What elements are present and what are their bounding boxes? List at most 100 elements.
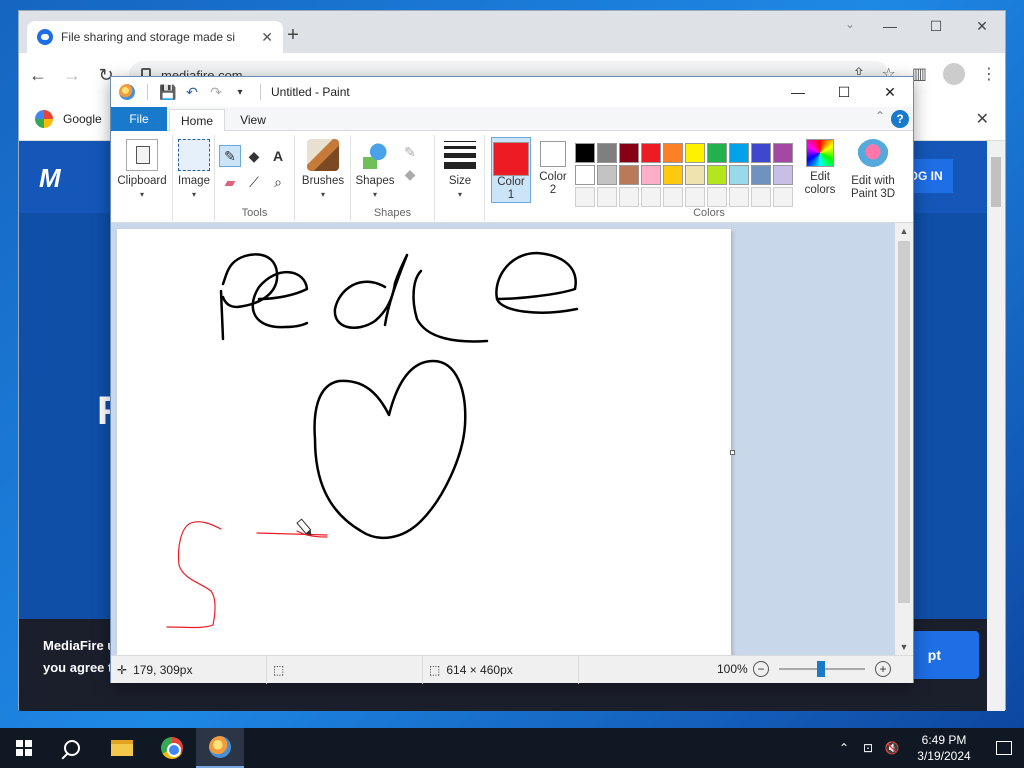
tab-search-icon[interactable]: ⌄ <box>845 17 855 31</box>
tab-view[interactable]: View <box>229 109 277 131</box>
paint-close-button[interactable]: ✕ <box>867 77 913 107</box>
zoom-out-icon[interactable]: − <box>753 661 769 677</box>
palette-swatch[interactable] <box>707 143 727 163</box>
google-icon <box>35 109 53 128</box>
tab-close-icon[interactable]: ✕ <box>261 29 273 46</box>
palette-swatch[interactable] <box>729 165 749 185</box>
save-icon[interactable]: 💾 <box>159 84 176 100</box>
size-button[interactable]: Size ▾ <box>439 139 481 201</box>
palette-swatch[interactable] <box>663 143 683 163</box>
new-tab-button[interactable]: + <box>281 24 305 47</box>
scroll-up-icon[interactable]: ▲ <box>895 223 913 239</box>
paint-maximize-button[interactable]: ☐ <box>821 77 867 107</box>
palette-empty-swatch[interactable] <box>641 187 661 207</box>
palette-empty-swatch[interactable] <box>575 187 595 207</box>
pencil-icon[interactable]: ✎ <box>219 145 241 167</box>
chrome-scrollbar[interactable] <box>987 141 1005 711</box>
undo-icon[interactable]: ↶ <box>184 84 200 100</box>
taskbar-search-button[interactable] <box>48 728 96 768</box>
chrome-scrollbar-thumb[interactable] <box>991 157 1001 207</box>
palette-swatch[interactable] <box>597 165 617 185</box>
palette-empty-swatch[interactable] <box>751 187 771 207</box>
edit-with-paint3d-button[interactable]: Edit with Paint 3D <box>847 139 899 201</box>
palette-swatch[interactable] <box>707 165 727 185</box>
edit-colors-button[interactable]: Edit colors <box>797 139 843 197</box>
chevron-up-icon[interactable]: ⌃ <box>832 728 856 768</box>
fill-icon[interactable]: ◆ <box>243 145 265 167</box>
profile-avatar[interactable] <box>943 63 965 85</box>
palette-swatch[interactable] <box>685 165 705 185</box>
canvas-scrollbar[interactable]: ▲ ▼ <box>895 223 913 655</box>
chrome-minimize-button[interactable]: — <box>867 11 913 41</box>
tab-home[interactable]: Home <box>169 109 225 131</box>
palette-swatch[interactable] <box>619 143 639 163</box>
cookie-text: MediaFire u you agree t <box>43 635 115 679</box>
taskbar-paint[interactable] <box>196 728 244 768</box>
help-icon[interactable]: ? <box>891 110 909 128</box>
outline-icon[interactable]: ✎ <box>399 141 421 163</box>
forward-arrow-icon[interactable]: → <box>61 64 83 86</box>
palette-swatch[interactable] <box>773 143 793 163</box>
notifications-button[interactable] <box>984 728 1024 768</box>
close-bar-icon[interactable]: ✕ <box>976 109 989 129</box>
palette-swatch[interactable] <box>641 165 661 185</box>
palette-empty-swatch[interactable] <box>619 187 639 207</box>
palette-empty-swatch[interactable] <box>729 187 749 207</box>
tab-file[interactable]: File <box>111 107 167 131</box>
chrome-menu-icon[interactable]: ⋮ <box>981 64 997 84</box>
zoom-slider-thumb[interactable] <box>817 661 825 677</box>
palette-swatch[interactable] <box>575 165 595 185</box>
shape-fill-icon[interactable]: ◆ <box>399 163 421 185</box>
chrome-titlebar: File sharing and storage made si ✕ + ⌄ —… <box>19 11 1005 53</box>
browser-tab[interactable]: File sharing and storage made si ✕ <box>27 21 283 53</box>
chrome-maximize-button[interactable]: ☐ <box>913 11 959 41</box>
taskbar-chrome[interactable] <box>148 728 196 768</box>
image-button[interactable]: Image ▾ <box>177 139 211 201</box>
network-icon[interactable]: ⊡ <box>856 728 880 768</box>
magnifier-icon[interactable]: ⌕ <box>267 171 289 193</box>
palette-swatch[interactable] <box>575 143 595 163</box>
palette-empty-swatch[interactable] <box>597 187 617 207</box>
redo-icon[interactable]: ↷ <box>208 84 224 100</box>
paint-app-icon[interactable] <box>119 84 135 100</box>
collapse-ribbon-icon[interactable]: ⌃ <box>875 109 885 123</box>
taskbar-clock[interactable]: 6:49 PM 3/19/2024 <box>904 732 984 764</box>
palette-empty-swatch[interactable] <box>685 187 705 207</box>
palette-swatch[interactable] <box>751 165 771 185</box>
side-panel-icon[interactable]: ▥ <box>912 64 927 84</box>
taskbar-file-explorer[interactable] <box>98 728 146 768</box>
text-icon[interactable]: A <box>267 145 289 167</box>
back-arrow-icon[interactable]: ← <box>27 64 49 86</box>
palette-empty-swatch[interactable] <box>663 187 683 207</box>
start-button[interactable] <box>0 728 48 768</box>
scroll-down-icon[interactable]: ▼ <box>895 639 913 655</box>
customize-qat-icon[interactable]: ▾ <box>232 84 248 100</box>
palette-empty-swatch[interactable] <box>707 187 727 207</box>
palette-swatch[interactable] <box>641 143 661 163</box>
color-picker-icon[interactable]: ⟋ <box>243 171 265 193</box>
palette-empty-swatch[interactable] <box>773 187 793 207</box>
palette-swatch[interactable] <box>597 143 617 163</box>
drawing-canvas[interactable] <box>117 229 731 655</box>
chrome-close-button[interactable]: ✕ <box>959 11 1005 41</box>
canvas-resize-handle[interactable] <box>730 450 735 455</box>
shapes-button[interactable]: Shapes ▾ <box>353 139 397 201</box>
mediafire-logo[interactable]: M <box>39 163 119 193</box>
color1-button[interactable]: Color 1 <box>491 137 531 203</box>
brushes-button[interactable]: Brushes ▾ <box>299 139 347 201</box>
eraser-icon[interactable]: ▰ <box>219 171 241 193</box>
palette-swatch[interactable] <box>663 165 683 185</box>
canvas-scrollbar-thumb[interactable] <box>898 241 910 603</box>
volume-muted-icon[interactable]: 🔇 <box>880 728 904 768</box>
zoom-in-icon[interactable]: + <box>875 661 891 677</box>
clipboard-button[interactable]: Clipboard ▾ <box>117 139 167 201</box>
palette-swatch[interactable] <box>619 165 639 185</box>
palette-swatch[interactable] <box>729 143 749 163</box>
stroke-red-s <box>166 521 222 629</box>
palette-swatch[interactable] <box>773 165 793 185</box>
palette-swatch[interactable] <box>685 143 705 163</box>
color2-button[interactable]: Color 2 <box>535 141 571 197</box>
palette-swatch[interactable] <box>751 143 771 163</box>
bookmark-google[interactable]: Google <box>63 112 102 126</box>
paint-minimize-button[interactable]: — <box>775 77 821 107</box>
